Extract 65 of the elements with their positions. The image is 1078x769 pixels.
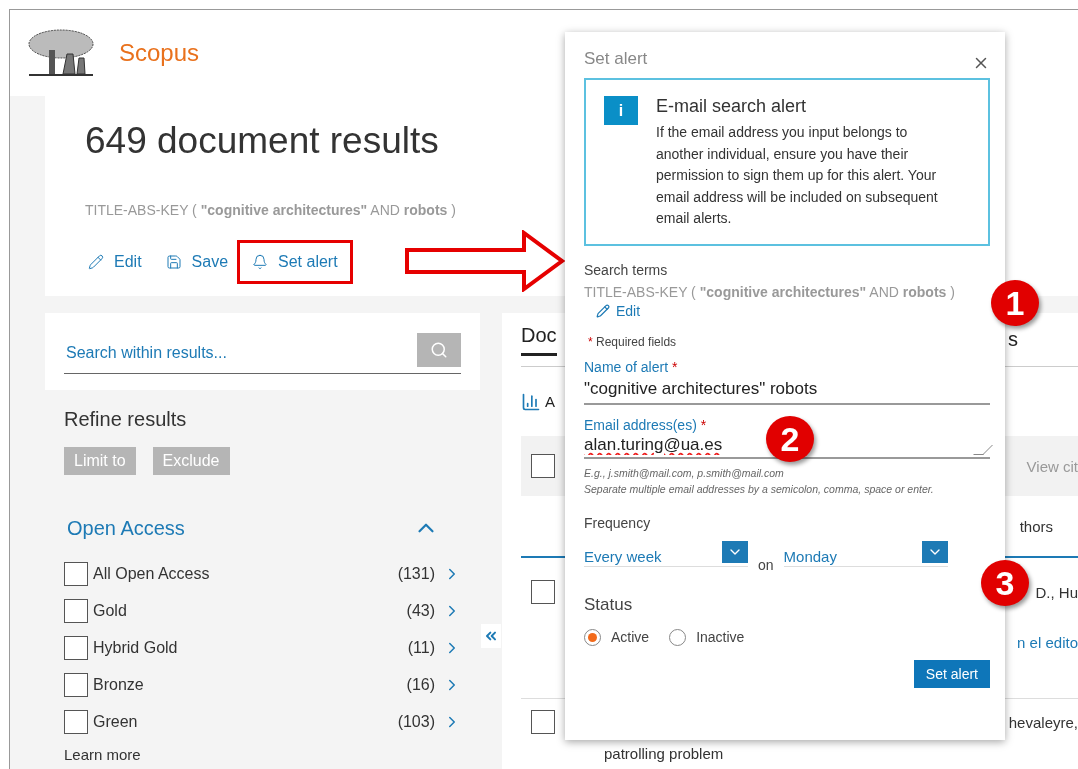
tree-logo-icon: [27, 28, 95, 78]
column-header: thors: [1019, 517, 1053, 535]
field-label: Name of alert *: [584, 358, 679, 375]
pencil-icon: [88, 254, 104, 270]
frequency-label: Frequency: [584, 514, 652, 531]
pencil-icon: [596, 303, 610, 318]
alert-button[interactable]: Set alert: [237, 240, 353, 284]
document-title[interactable]: patrolling problem: [604, 745, 724, 762]
status-radio[interactable]: Active: [584, 628, 650, 646]
day-select[interactable]: Monday: [783, 540, 948, 567]
open-access-heading: Open Access: [67, 516, 185, 540]
filter-count: (131): [397, 564, 435, 583]
on-label: on: [758, 556, 774, 573]
set-alert-button[interactable]: Set alert: [913, 659, 990, 688]
checkbox[interactable]: [64, 672, 88, 697]
required-fields-note: * Required fields: [587, 334, 678, 349]
filter-count: (16): [406, 675, 435, 694]
checkbox[interactable]: [64, 635, 88, 660]
checkbox[interactable]: [64, 709, 88, 734]
checkbox[interactable]: [531, 580, 555, 604]
dialog-title: Set alert: [584, 49, 648, 69]
bell-icon: [252, 254, 269, 270]
filter-count: (103): [397, 712, 435, 731]
tab-label[interactable]: s: [1008, 328, 1018, 351]
alert-name-field[interactable]: "cognitive architectures" robots: [584, 374, 990, 405]
filter-label: Gold: [93, 601, 127, 620]
refine-results-heading: Refine results: [64, 408, 188, 431]
filter-count: (11): [407, 638, 435, 657]
checkbox[interactable]: [64, 598, 88, 623]
filter-label: Green: [93, 712, 138, 731]
documents-tab[interactable]: Doc: [521, 323, 557, 356]
field-label: Email address(es) *: [584, 416, 708, 433]
info-text: If the email address you input belongs to another individual, ensure you have their permission to sign them up for this alert. Your email address will be included on subsequent email alerts.: [656, 123, 939, 228]
analyze-link[interactable]: A: [545, 393, 555, 410]
search-icon: [430, 341, 448, 359]
filter-label: Bronze: [93, 675, 144, 694]
bar-chart-icon: [521, 391, 541, 412]
view-citations-link[interactable]: View cit: [1026, 457, 1078, 475]
learn-more-link[interactable]: Learn more: [64, 746, 461, 763]
search-terms-label: Search terms: [584, 261, 669, 278]
checkbox[interactable]: [531, 454, 555, 478]
field-hint: E.g., j.smith@mail.com, p.smith@mail.com: [584, 466, 785, 479]
open-access-toggle[interactable]: Open Access: [64, 515, 461, 541]
results-title: 649 document results: [85, 120, 439, 163]
filter-label: Hybrid Gold: [93, 638, 178, 657]
email-input[interactable]: alan.turing@ua.es: [584, 433, 754, 456]
field-hint: Separate multiple email addresses by a semicolon, comma, space or enter.: [584, 482, 935, 495]
edit-link[interactable]: Edit: [584, 302, 641, 319]
search-query: TITLE-ABS-KEY ( "cognitive architectures" AND robots ): [584, 283, 956, 300]
collapse-button[interactable]: [481, 624, 501, 648]
info-icon: i: [604, 96, 638, 125]
status-radio[interactable]: Inactive: [669, 628, 745, 646]
status-label: Status: [584, 594, 634, 615]
brand-name[interactable]: Scopus: [119, 39, 200, 67]
search-within-field[interactable]: Search within results...: [64, 343, 364, 363]
filter-label: All Open Access: [93, 564, 210, 583]
checkbox[interactable]: [64, 561, 88, 586]
search-query: TITLE-ABS-KEY ( "cognitive architectures" AND robots ): [85, 202, 456, 218]
editor-link[interactable]: n el edito: [1017, 634, 1078, 651]
author-name: hevaleyre,: [1008, 713, 1078, 731]
info-title: E-mail search alert: [656, 96, 808, 117]
filter-count: (43): [406, 601, 435, 620]
frequency-select[interactable]: Every week: [584, 540, 748, 567]
checkbox[interactable]: [531, 710, 555, 734]
author-name: D., Hu: [1035, 583, 1078, 601]
